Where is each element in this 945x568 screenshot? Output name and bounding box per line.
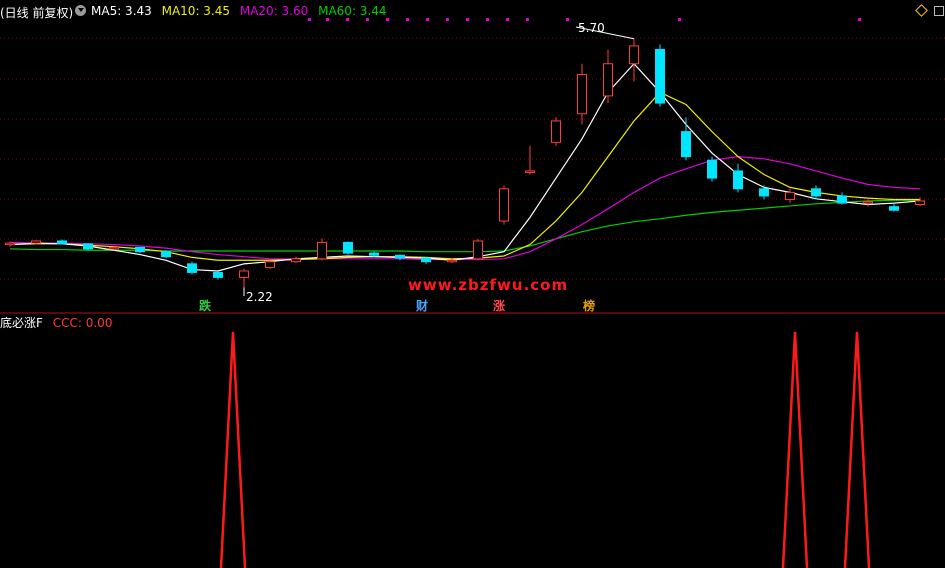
ccc-spike bbox=[843, 331, 871, 568]
candle-body bbox=[785, 191, 795, 201]
low-price-label: 2.22 bbox=[246, 290, 273, 304]
signal-dot bbox=[526, 18, 529, 21]
ma10-line bbox=[9, 91, 920, 261]
candle-body bbox=[603, 63, 613, 97]
candle-body bbox=[733, 170, 743, 190]
candle-body bbox=[187, 263, 197, 273]
candle-body bbox=[577, 73, 587, 115]
candle-body bbox=[473, 240, 483, 260]
candle-body bbox=[421, 257, 431, 263]
candle-body bbox=[499, 188, 509, 222]
candle-body bbox=[109, 246, 119, 250]
indicator-name: 底必涨F bbox=[0, 316, 43, 330]
signal-dot bbox=[406, 18, 409, 21]
signal-dot bbox=[326, 18, 329, 21]
ma5-label: MA5: 3.43 bbox=[91, 4, 152, 18]
candle-body bbox=[863, 201, 873, 204]
signal-dot bbox=[678, 18, 681, 21]
candle-body bbox=[525, 170, 535, 173]
indicator-header: 底必涨F CCC: 0.00 bbox=[0, 314, 118, 331]
ma20-line bbox=[9, 156, 921, 261]
ccc-spike bbox=[219, 331, 247, 568]
signal-dot bbox=[446, 18, 449, 21]
signal-dot bbox=[486, 18, 489, 21]
ma10-path bbox=[9, 91, 920, 261]
candle-body bbox=[629, 45, 639, 65]
circle-chevron-icon[interactable] bbox=[75, 5, 86, 16]
signal-dot bbox=[466, 18, 469, 21]
ma60-path bbox=[9, 199, 920, 253]
candle-body bbox=[5, 242, 15, 246]
signal-dot bbox=[858, 18, 861, 21]
candle-body bbox=[655, 48, 665, 104]
signal-dot bbox=[366, 18, 369, 21]
candle-body bbox=[915, 200, 925, 206]
candle-body bbox=[265, 261, 275, 268]
candle-body bbox=[57, 240, 67, 245]
candle-body bbox=[291, 258, 301, 263]
ma60-label: MA60: 3.44 bbox=[318, 4, 387, 18]
candle-body bbox=[447, 259, 457, 263]
candle-body bbox=[317, 241, 327, 260]
candle-body bbox=[889, 206, 899, 211]
signal-dot bbox=[506, 18, 509, 21]
signal-dot bbox=[566, 18, 569, 21]
signal-dot bbox=[346, 18, 349, 21]
ccc-indicator-line bbox=[219, 331, 871, 568]
candle-body bbox=[551, 120, 561, 143]
candle-body bbox=[369, 252, 379, 256]
candle-body bbox=[707, 159, 717, 179]
indicator-value: CCC: 0.00 bbox=[52, 316, 113, 330]
ma5-line bbox=[9, 62, 921, 272]
ma60-line bbox=[9, 199, 920, 253]
ma5-path bbox=[9, 62, 921, 272]
candle-body bbox=[837, 195, 847, 204]
watermark: www.zbzfwu.com bbox=[408, 276, 569, 294]
signal-dot bbox=[308, 18, 311, 21]
high-price-label: 5.70 bbox=[578, 21, 605, 35]
signal-bang: 榜 bbox=[583, 299, 596, 313]
signal-cai: 财 bbox=[416, 299, 429, 313]
chart-title: (日线 前复权) bbox=[0, 6, 74, 20]
candle-body bbox=[161, 251, 171, 258]
ma20-path bbox=[9, 156, 921, 261]
candle-body bbox=[811, 188, 821, 197]
candle-body bbox=[135, 246, 145, 253]
candle-body bbox=[343, 241, 353, 254]
price-markers bbox=[243, 26, 635, 296]
chart-header: (日线 前复权) bbox=[0, 4, 79, 21]
candle-body bbox=[239, 270, 249, 278]
candle-body bbox=[759, 188, 769, 197]
square-icon[interactable] bbox=[934, 6, 944, 16]
candle-body bbox=[395, 254, 405, 259]
ma-legend: MA5: 3.43 MA10: 3.45 MA20: 3.60 MA60: 3.… bbox=[91, 4, 393, 18]
signal-die: 跌 bbox=[199, 299, 212, 313]
candle-body bbox=[31, 240, 41, 244]
signal-dot bbox=[386, 18, 389, 21]
candle-body bbox=[83, 243, 93, 250]
ccc-spike bbox=[781, 331, 809, 568]
price-grid bbox=[0, 37, 945, 280]
signal-dot bbox=[426, 18, 429, 21]
ma10-label: MA10: 3.45 bbox=[161, 4, 231, 18]
candle-body bbox=[681, 131, 691, 158]
candle-body bbox=[213, 271, 223, 278]
signal-zhang: 涨 bbox=[493, 299, 506, 313]
ma20-label: MA20: 3.60 bbox=[239, 4, 309, 18]
